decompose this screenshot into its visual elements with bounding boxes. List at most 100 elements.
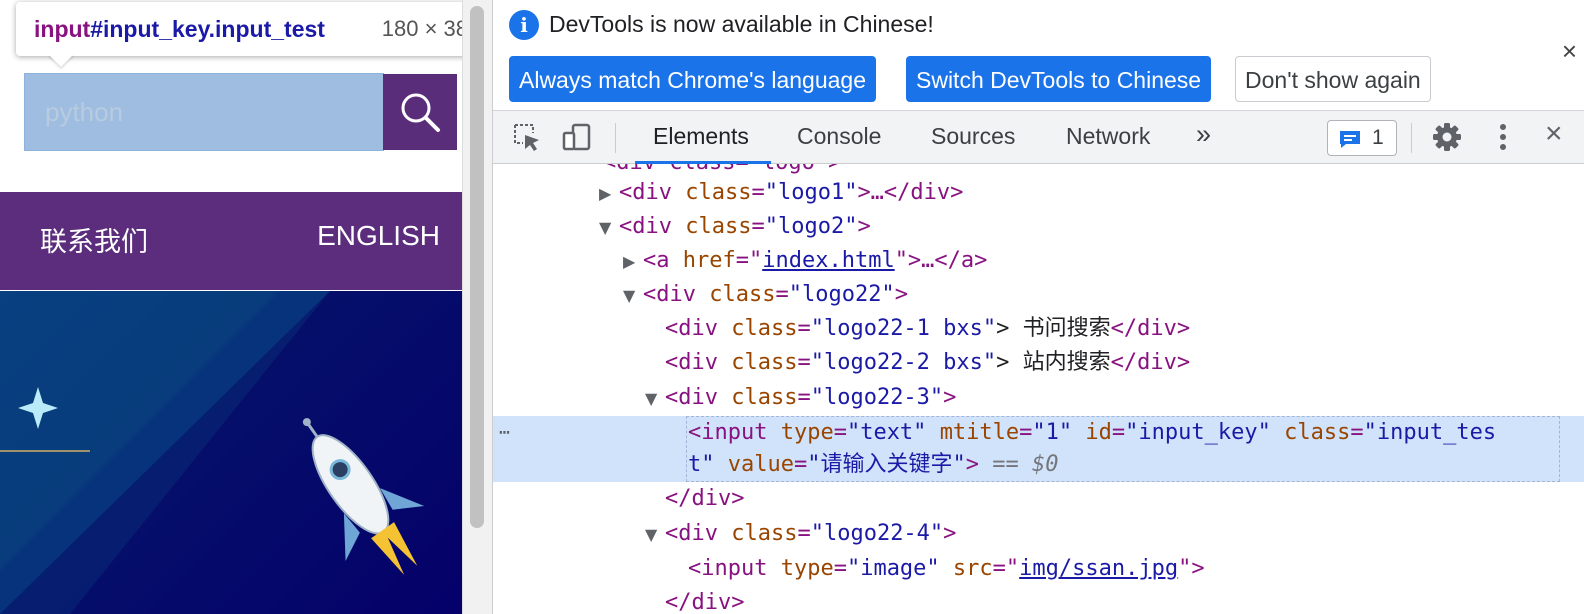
device-toolbar-icon[interactable] bbox=[561, 121, 593, 153]
attr-name: class bbox=[731, 316, 798, 341]
node-actions-icon[interactable]: ⋯ bbox=[499, 416, 510, 450]
attr-name: class bbox=[685, 180, 752, 205]
attr-name: class bbox=[685, 214, 752, 239]
tag-close: > bbox=[943, 385, 957, 410]
tag-close: ">…</a> bbox=[894, 248, 988, 273]
dom-node-close-div[interactable]: </div> bbox=[493, 482, 1584, 516]
dom-node-logo22-2[interactable]: <div class="logo22-2 bxs"> 站内搜索</div> bbox=[493, 346, 1584, 380]
eq: =" bbox=[735, 248, 763, 273]
eq: = bbox=[797, 385, 811, 410]
tag-close: </div> bbox=[665, 486, 745, 511]
tag-close: </div> bbox=[1110, 316, 1191, 341]
attr-value: "logo22-2 bxs" bbox=[810, 350, 997, 375]
attr-value: "logo22-4" bbox=[810, 521, 944, 546]
element-inspect-tooltip: input #input_key.input_test 180 × 38 bbox=[16, 2, 462, 56]
tag-open: <div bbox=[643, 282, 710, 307]
node-text: > 书问搜索 bbox=[996, 316, 1111, 341]
eq: = bbox=[797, 521, 811, 546]
expand-triangle-icon[interactable]: ▶ bbox=[623, 245, 643, 279]
infobar-close-button[interactable]: × bbox=[1562, 36, 1577, 67]
eq: = bbox=[751, 214, 765, 239]
nav-bar: 联系我们 ENGLISH bbox=[0, 192, 462, 290]
tooltip-arrow bbox=[48, 54, 74, 67]
selection-outline bbox=[686, 416, 1560, 482]
toolbar-separator bbox=[615, 123, 616, 153]
match-language-button[interactable]: Always match Chrome's language bbox=[509, 56, 876, 102]
language-infobar: i DevTools is now available in Chinese! … bbox=[493, 0, 1584, 110]
tag-close: </div> bbox=[665, 590, 745, 614]
dom-node-link[interactable]: ▶ <a href="index.html">…</a> bbox=[493, 244, 1584, 278]
eq: = bbox=[797, 316, 811, 341]
attr-name: type bbox=[780, 556, 834, 581]
search-input[interactable] bbox=[24, 73, 384, 151]
tag-open: <div bbox=[665, 385, 732, 410]
eq: =" bbox=[992, 556, 1020, 581]
tag-open: <input bbox=[688, 556, 781, 581]
issues-count: 1 bbox=[1372, 126, 1384, 149]
tab-elements[interactable]: Elements bbox=[653, 123, 749, 150]
screen: 联系我们 ENGLISH bbox=[0, 0, 1584, 614]
nav-link-english[interactable]: ENGLISH bbox=[317, 220, 440, 252]
eq: = bbox=[775, 282, 789, 307]
attr-name: class bbox=[731, 350, 798, 375]
more-tabs-icon[interactable]: » bbox=[1196, 119, 1211, 150]
eq: = bbox=[751, 180, 765, 205]
expand-triangle-icon[interactable]: ▶ bbox=[599, 177, 619, 211]
settings-gear-icon[interactable] bbox=[1431, 121, 1463, 153]
dom-node-logo22-1[interactable]: <div class="logo22-1 bxs"> 书问搜索</div> bbox=[493, 312, 1584, 346]
nav-link-contact[interactable]: 联系我们 bbox=[40, 220, 148, 259]
elements-tree: <div class="logo"> ▶<div class="logo1">…… bbox=[493, 164, 1584, 614]
tag-close: > bbox=[894, 282, 908, 307]
href-link[interactable]: index.html bbox=[762, 248, 894, 273]
issues-badge[interactable]: 1 bbox=[1327, 120, 1397, 156]
tag-open: <div bbox=[665, 521, 732, 546]
tab-sources[interactable]: Sources bbox=[931, 123, 1015, 150]
tab-console[interactable]: Console bbox=[797, 123, 881, 150]
tag-close: "> bbox=[1178, 556, 1205, 581]
collapse-triangle-icon[interactable]: ▼ bbox=[645, 518, 665, 552]
collapse-triangle-icon[interactable]: ▼ bbox=[645, 382, 665, 416]
eq: = bbox=[797, 350, 811, 375]
tooltip-selector: #input_key.input_test bbox=[90, 15, 325, 42]
tag-close: > bbox=[857, 214, 871, 239]
tag-open: <div bbox=[619, 214, 686, 239]
dom-node-close-div[interactable]: </div> bbox=[493, 586, 1584, 614]
dom-node-text: <div class="logo"> bbox=[603, 164, 841, 175]
page-scrollbar[interactable] bbox=[462, 0, 492, 614]
info-icon: i bbox=[509, 10, 539, 40]
collapse-triangle-icon[interactable]: ▼ bbox=[623, 279, 643, 313]
page-scrollbar-thumb[interactable] bbox=[470, 6, 484, 528]
devtools-panel: i DevTools is now available in Chinese! … bbox=[492, 0, 1584, 614]
issues-icon bbox=[1340, 131, 1360, 148]
tag-open: <a bbox=[643, 248, 683, 273]
devtools-toolbar: Elements Console Sources Network » 1 × bbox=[493, 110, 1584, 164]
hero-banner bbox=[0, 291, 462, 614]
tag-close: >…</div> bbox=[857, 180, 964, 205]
infobar-message: DevTools is now available in Chinese! bbox=[549, 11, 934, 37]
dom-node-logo1[interactable]: ▶ <div class="logo1">…</div> bbox=[493, 176, 1584, 210]
dom-node-logo22[interactable]: ▼ <div class="logo22"> bbox=[493, 278, 1584, 312]
tag-close: </div> bbox=[1110, 350, 1191, 375]
search-button[interactable] bbox=[383, 74, 457, 150]
attr-name: src bbox=[952, 556, 993, 581]
dom-node-logo22-4[interactable]: ▼ <div class="logo22-4"> bbox=[493, 517, 1584, 551]
dont-show-again-button[interactable]: Don't show again bbox=[1235, 56, 1431, 102]
dom-node-image-input[interactable]: <input type="image" src="img/ssan.jpg"> bbox=[493, 552, 1584, 586]
attr-value: "logo2" bbox=[764, 214, 858, 239]
hero-illustration bbox=[0, 291, 425, 614]
tab-network[interactable]: Network bbox=[1066, 123, 1150, 150]
more-options-icon[interactable] bbox=[1487, 121, 1519, 153]
collapse-triangle-icon[interactable]: ▼ bbox=[599, 211, 619, 245]
attr-value: "image" bbox=[846, 556, 940, 581]
attr-name: href bbox=[682, 248, 736, 273]
dom-node-logo22-3[interactable]: ▼ <div class="logo22-3"> bbox=[493, 381, 1584, 415]
tooltip-tag: input bbox=[34, 15, 91, 42]
attr-value: "logo22" bbox=[788, 282, 895, 307]
tag-open: <div bbox=[619, 180, 686, 205]
attr-name: class bbox=[709, 282, 776, 307]
devtools-close-button[interactable]: × bbox=[1545, 117, 1563, 151]
src-link[interactable]: img/ssan.jpg bbox=[1019, 556, 1178, 581]
dom-node-logo2[interactable]: ▼ <div class="logo2"> bbox=[493, 210, 1584, 244]
inspect-element-icon[interactable] bbox=[511, 121, 543, 153]
switch-to-chinese-button[interactable]: Switch DevTools to Chinese bbox=[906, 56, 1212, 102]
